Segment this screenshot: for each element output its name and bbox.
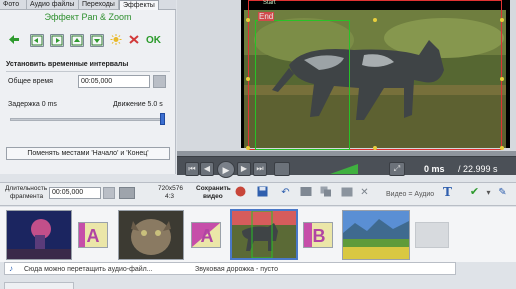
- empty-slide-placeholder[interactable]: [415, 222, 449, 248]
- frame-expand-icon[interactable]: [50, 34, 64, 47]
- delete-icon[interactable]: [128, 34, 142, 47]
- start-label: Start: [263, 0, 276, 6]
- current-time: 0 ms: [424, 164, 445, 174]
- tab-transitions[interactable]: Переходы: [79, 0, 119, 10]
- music-note-icon: ♪: [9, 264, 13, 273]
- slide-thumbnail[interactable]: [118, 210, 184, 260]
- frame-handle[interactable]: [373, 146, 377, 150]
- rewind-icon[interactable]: ◀: [200, 162, 214, 176]
- slide-thumbnail[interactable]: [6, 210, 72, 260]
- total-time: / 22.999 s: [458, 164, 498, 174]
- fullscreen-icon[interactable]: ⤢: [389, 162, 405, 176]
- frame-handle[interactable]: [373, 18, 377, 22]
- time-intervals-header: Установить временные интервалы: [6, 60, 170, 72]
- frame-handle[interactable]: [246, 146, 250, 150]
- transition-thumbnail[interactable]: A: [191, 222, 221, 248]
- chevron-down-icon[interactable]: ▾: [482, 186, 495, 199]
- paste-icon[interactable]: [340, 186, 353, 199]
- duration-input[interactable]: 00:05,000: [49, 187, 101, 199]
- color-button[interactable]: [119, 187, 135, 199]
- skip-start-icon[interactable]: ⏮: [185, 162, 199, 176]
- frame-down-icon[interactable]: [90, 34, 104, 47]
- forward-icon[interactable]: ▶: [237, 162, 251, 176]
- tab-effects[interactable]: Эффекты: [119, 0, 159, 10]
- copy-icon[interactable]: [319, 186, 332, 199]
- stop-icon[interactable]: [274, 162, 290, 176]
- end-label: End: [258, 12, 275, 21]
- slide-thumbnail-selected[interactable]: [230, 209, 298, 260]
- ok-button[interactable]: OK: [146, 34, 161, 48]
- swap-start-end-button[interactable]: Поменять местами 'Начало' и 'Конец': [6, 147, 170, 160]
- audio-mode-label[interactable]: Видео = Аудио: [386, 190, 434, 199]
- volume-slider[interactable]: [330, 164, 358, 174]
- magic-wand-icon[interactable]: ✎: [496, 186, 509, 199]
- skip-end-icon[interactable]: ⏭: [253, 162, 267, 176]
- delay-label: Задержка 0 ms: [8, 101, 57, 108]
- bottom-panel: [4, 282, 74, 289]
- frame-right-icon[interactable]: [30, 34, 44, 47]
- total-time-input[interactable]: 00:05,000: [78, 75, 150, 88]
- motion-slider-thumb[interactable]: [160, 113, 165, 125]
- audio-track-status: Звуковая дорожка - пусто: [195, 266, 279, 273]
- motion-label: Движение 5.0 s: [113, 101, 163, 108]
- checkmark-icon[interactable]: ✔: [468, 186, 481, 199]
- playback-progress[interactable]: [177, 151, 516, 157]
- effect-title: Эффект Pan & Zoom: [44, 12, 132, 22]
- frame-handle[interactable]: [500, 146, 504, 150]
- arrow-left-icon[interactable]: [8, 34, 22, 47]
- aspect-label: 4:3: [165, 193, 175, 200]
- duration-label: Длительность: [5, 185, 48, 192]
- cut-icon[interactable]: ✕: [358, 186, 371, 199]
- photo-icon[interactable]: [299, 186, 312, 199]
- frame-handle[interactable]: [500, 18, 504, 22]
- total-time-label: Общее время: [8, 78, 53, 85]
- resolution-label: 720x576: [158, 185, 183, 192]
- transition-letter: A: [201, 226, 214, 246]
- motion-slider-track[interactable]: [10, 118, 164, 121]
- tab-audio-files[interactable]: Аудио файлы: [27, 0, 79, 10]
- undo-icon[interactable]: ↶: [279, 186, 292, 199]
- sun-icon[interactable]: [110, 34, 124, 47]
- start-frame[interactable]: [255, 20, 350, 150]
- total-time-button[interactable]: [153, 75, 166, 88]
- save-video-label-line2[interactable]: видео: [203, 193, 223, 200]
- transition-thumbnail[interactable]: A: [78, 222, 108, 248]
- play-icon[interactable]: ▶: [217, 161, 235, 178]
- tab-bar: Фото Аудио файлы Переходы Эффекты: [0, 0, 176, 10]
- effect-toolbar: OK: [8, 34, 168, 48]
- tab-photo[interactable]: Фото: [0, 0, 27, 10]
- frame-up-icon[interactable]: [70, 34, 84, 47]
- duration-button[interactable]: [103, 187, 115, 199]
- frame-handle[interactable]: [500, 77, 504, 81]
- audio-drop-hint: Сюда можно перетащить аудио-файл...: [24, 266, 153, 273]
- transition-letter: A: [87, 226, 100, 246]
- duration-label-line2: фрагмента: [10, 193, 44, 200]
- transition-letter: B: [313, 226, 326, 246]
- frame-handle[interactable]: [246, 18, 250, 22]
- record-icon[interactable]: [234, 186, 247, 199]
- frame-handle[interactable]: [246, 77, 250, 81]
- slide-thumbnail[interactable]: [342, 210, 410, 260]
- save-video-label[interactable]: Сохранить: [196, 185, 231, 192]
- transition-thumbnail[interactable]: B: [303, 222, 333, 248]
- text-icon[interactable]: T: [441, 186, 454, 199]
- save-icon[interactable]: [256, 186, 269, 199]
